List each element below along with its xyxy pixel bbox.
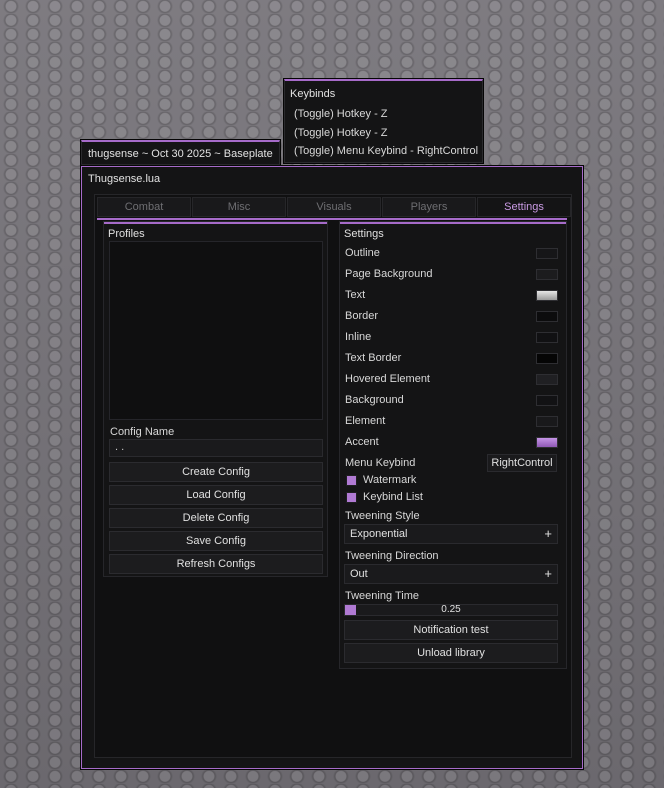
background-color-swatch[interactable]: [536, 395, 558, 406]
settings-section: Settings Outline Page Background Text Bo…: [339, 221, 567, 669]
settings-title: Settings: [344, 228, 384, 240]
text-color-swatch[interactable]: [536, 290, 558, 301]
profiles-list[interactable]: [109, 241, 323, 420]
tweening-time-value: 0.25: [441, 604, 461, 615]
keybind-item: (Toggle) Hotkey - Z: [294, 127, 388, 139]
config-name-value: . .: [115, 441, 125, 453]
keybinds-title: Keybinds: [290, 88, 336, 100]
tab-underline: [97, 218, 567, 220]
unload-library-button[interactable]: Unload library: [344, 643, 558, 663]
config-name-label: Config Name: [110, 426, 175, 438]
tweening-time-slider[interactable]: 0.25: [344, 604, 558, 616]
tweening-direction-value: Out: [350, 568, 368, 580]
watermark-panel: thugsense ~ Oct 30 2025 ~ Baseplate: [81, 140, 280, 165]
tab-players[interactable]: Players: [382, 197, 476, 217]
background-label: Background: [345, 394, 404, 406]
element-color-swatch[interactable]: [536, 416, 558, 427]
page-background-label: Page Background: [345, 268, 433, 280]
plus-icon: +: [544, 526, 552, 541]
tweening-style-label: Tweening Style: [345, 510, 420, 522]
watermark-text: thugsense ~ Oct 30 2025 ~ Baseplate: [88, 148, 273, 160]
keybind-item: (Toggle) Hotkey - Z: [294, 108, 388, 120]
text-border-label: Text Border: [345, 352, 402, 364]
refresh-configs-button[interactable]: Refresh Configs: [109, 554, 323, 574]
menu-keybind-button[interactable]: RightControl: [487, 454, 557, 472]
delete-config-button[interactable]: Delete Config: [109, 508, 323, 528]
tweening-direction-dropdown[interactable]: Out +: [344, 564, 558, 584]
outline-color-swatch[interactable]: [536, 248, 558, 259]
tab-settings[interactable]: Settings: [477, 197, 571, 217]
tab-visuals[interactable]: Visuals: [287, 197, 381, 217]
notification-test-button[interactable]: Notification test: [344, 620, 558, 640]
tab-combat[interactable]: Combat: [97, 197, 191, 217]
tab-misc[interactable]: Misc: [192, 197, 286, 217]
accent-color-swatch[interactable]: [536, 437, 558, 448]
keybinds-panel: Keybinds (Toggle) Hotkey - Z (Toggle) Ho…: [284, 79, 483, 163]
plus-icon: +: [544, 566, 552, 581]
keybind-item: (Toggle) Menu Keybind - RightControl: [294, 145, 479, 157]
hovered-element-label: Hovered Element: [345, 373, 430, 385]
border-color-swatch[interactable]: [536, 311, 558, 322]
keybind-list-checkbox[interactable]: [346, 492, 357, 503]
inline-label: Inline: [345, 331, 372, 343]
tweening-direction-label: Tweening Direction: [345, 550, 439, 562]
watermark-checkbox-label: Watermark: [363, 474, 417, 486]
page-background-color-swatch[interactable]: [536, 269, 558, 280]
tweening-style-dropdown[interactable]: Exponential +: [344, 524, 558, 544]
inline-color-swatch[interactable]: [536, 332, 558, 343]
create-config-button[interactable]: Create Config: [109, 462, 323, 482]
element-label: Element: [345, 415, 386, 427]
accent-label: Accent: [345, 436, 379, 448]
watermark-checkbox[interactable]: [346, 475, 357, 486]
menu-keybind-label: Menu Keybind: [345, 457, 416, 469]
profiles-section: Profiles Config Name . . Create Config L…: [103, 221, 328, 577]
text-border-color-swatch[interactable]: [536, 353, 558, 364]
config-name-input[interactable]: . .: [109, 439, 323, 457]
hovered-element-color-swatch[interactable]: [536, 374, 558, 385]
window-content: Combat Misc Visuals Players Settings Pro…: [94, 194, 572, 758]
text-label: Text: [345, 289, 366, 301]
tweening-style-value: Exponential: [350, 528, 408, 540]
tweening-time-label: Tweening Time: [345, 590, 419, 602]
keybind-list-checkbox-label: Keybind List: [363, 491, 423, 503]
save-config-button[interactable]: Save Config: [109, 531, 323, 551]
load-config-button[interactable]: Load Config: [109, 485, 323, 505]
main-window: Thugsense.lua Combat Misc Visuals Player…: [81, 166, 583, 769]
border-label: Border: [345, 310, 379, 322]
window-title: Thugsense.lua: [88, 173, 161, 185]
outline-label: Outline: [345, 247, 380, 259]
profiles-title: Profiles: [108, 228, 145, 240]
